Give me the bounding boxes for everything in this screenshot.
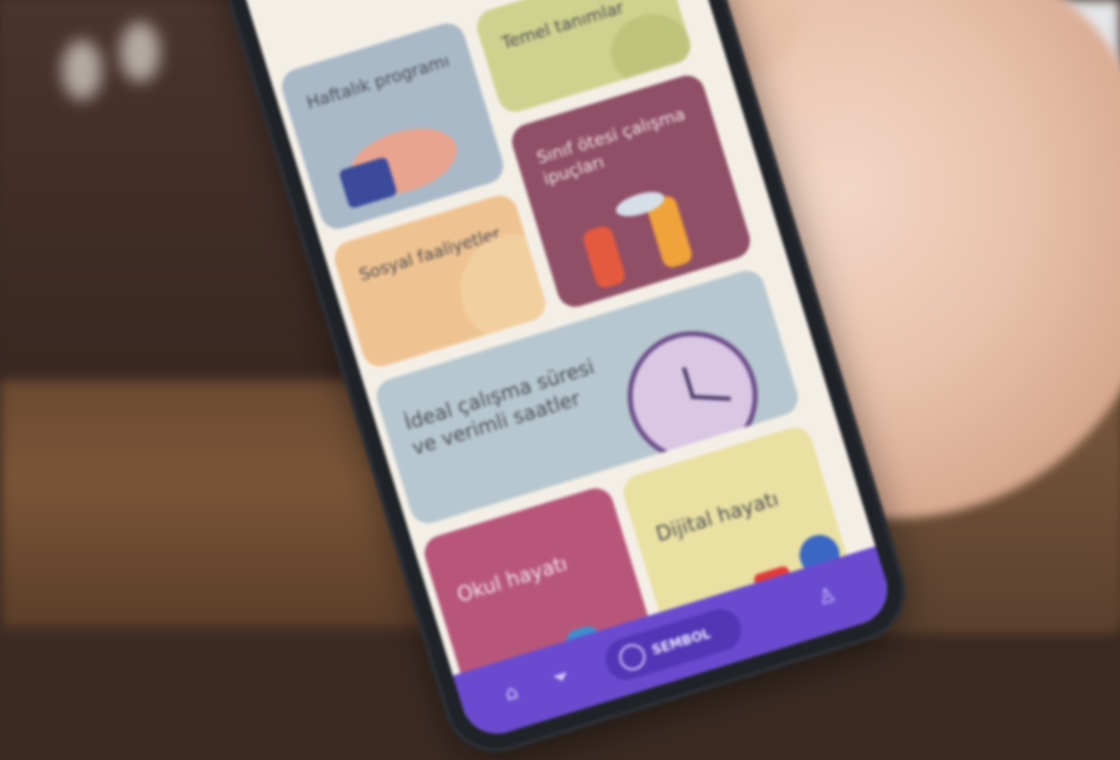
card-weekly-program[interactable]: Haftalık programı	[277, 18, 508, 234]
filter-icon[interactable]: ⏷	[547, 663, 574, 691]
card-weekly-label: Haftalık programı	[304, 51, 452, 114]
home-icon[interactable]: ⌂	[498, 678, 525, 706]
person-icon[interactable]: ♙	[813, 582, 840, 610]
card-school-label: Okul hayatı	[454, 550, 570, 608]
card-ideal-label: İdeal çalışma süresi ve verimli saatler	[401, 354, 598, 460]
card-beyond-class-tips[interactable]: Sınıf ötesi çalışma ipuçları	[507, 71, 755, 312]
card-beyond-label: Sınıf ötesi çalışma ipuçları	[534, 104, 688, 190]
illustration	[580, 223, 628, 291]
card-digital-label: Dijital hayatı	[653, 486, 782, 547]
background-light-blob	[62, 40, 102, 100]
active-tab-icon	[616, 640, 649, 674]
nav-active-label: SEMBOL	[650, 626, 713, 659]
background-light-blob	[120, 22, 160, 82]
